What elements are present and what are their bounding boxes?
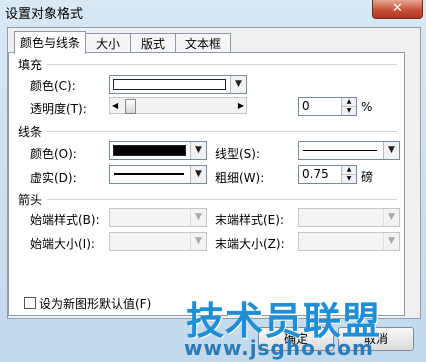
fill-color-select[interactable]: ▼ — [109, 75, 247, 94]
line-color-label: 颜色(O): — [30, 147, 77, 161]
line-section-label: 线条 — [18, 125, 43, 139]
transparency-value[interactable]: 0 — [302, 99, 310, 113]
end-size-label: 末端大小(Z): — [215, 237, 285, 251]
transparency-slider[interactable]: ◀ ▶ — [109, 97, 247, 114]
close-button[interactable]: ✕ — [372, 0, 423, 19]
fill-color-swatch — [113, 79, 226, 90]
line-weight-label: 粗细(W): — [215, 171, 265, 185]
line-weight-spinner[interactable]: 0.75 ▲ ▼ — [298, 165, 357, 184]
fill-color-label: 颜色(C): — [30, 79, 76, 93]
arrow-right-icon[interactable]: ▶ — [238, 98, 244, 113]
spin-up-icon[interactable]: ▲ — [342, 166, 356, 174]
chevron-down-icon: ▼ — [383, 233, 399, 250]
dialog-window: 设置对象格式 ✕ 颜色与线条 大小 版式 文本框 填充 颜色(C): ▼ 透明度… — [0, 0, 426, 362]
tab-layout[interactable]: 版式 — [130, 33, 176, 54]
default-checkbox[interactable] — [24, 297, 36, 309]
spin-down-icon[interactable]: ▼ — [342, 106, 356, 115]
chevron-down-icon: ▼ — [230, 76, 246, 93]
arrows-section-label: 箭头 — [18, 193, 43, 207]
dash-style-select[interactable]: ▼ — [109, 165, 207, 184]
slider-thumb[interactable] — [125, 99, 136, 114]
begin-size-label: 始端大小(I): — [30, 237, 95, 251]
end-size-select[interactable]: ▼ — [298, 232, 400, 251]
line-weight-unit: 磅 — [361, 170, 374, 184]
fill-section-label: 填充 — [18, 58, 43, 72]
chevron-down-icon: ▼ — [190, 166, 206, 183]
line-style-select[interactable]: ▼ — [298, 141, 400, 160]
dialog-title: 设置对象格式 — [5, 7, 84, 22]
tab-size[interactable]: 大小 — [85, 33, 131, 54]
chevron-down-icon: ▼ — [383, 142, 399, 159]
line-divider — [47, 131, 397, 132]
arrows-divider — [47, 199, 397, 200]
line-color-swatch — [113, 145, 186, 156]
chevron-down-icon: ▼ — [383, 209, 399, 226]
dash-label: 虚实(D): — [30, 171, 77, 185]
begin-style-select[interactable]: ▼ — [109, 208, 207, 227]
arrow-left-icon[interactable]: ◀ — [112, 98, 118, 113]
default-checkbox-label[interactable]: 设为新图形默认值(F) — [39, 295, 151, 312]
transparency-spinner[interactable]: 0 ▲ ▼ — [298, 97, 357, 116]
transparency-unit: % — [361, 100, 373, 114]
end-style-select[interactable]: ▼ — [298, 208, 400, 227]
watermark-url: www.jsgho.com — [184, 336, 374, 360]
begin-style-label: 始端样式(B): — [30, 213, 100, 227]
tab-panel: 填充 颜色(C): ▼ 透明度(T): ◀ ▶ 0 ▲ ▼ % 线条 颜色(O)… — [8, 52, 405, 316]
fill-divider — [47, 64, 397, 65]
line-style-sample — [303, 150, 377, 151]
begin-size-select[interactable]: ▼ — [109, 232, 207, 251]
chevron-down-icon: ▼ — [190, 142, 206, 159]
tab-colors-lines[interactable]: 颜色与线条 — [14, 31, 86, 54]
chevron-down-icon: ▼ — [190, 209, 206, 226]
chevron-down-icon: ▼ — [190, 233, 206, 250]
tab-textbox[interactable]: 文本框 — [175, 33, 231, 54]
title-bar: 设置对象格式 ✕ — [0, 0, 426, 22]
line-style-label: 线型(S): — [215, 147, 261, 161]
transparency-label: 透明度(T): — [30, 102, 87, 116]
spinner-buttons[interactable]: ▲ ▼ — [341, 98, 356, 115]
dash-style-sample — [114, 173, 184, 175]
line-weight-value[interactable]: 0.75 — [302, 167, 329, 181]
line-color-select[interactable]: ▼ — [109, 141, 207, 160]
spinner-buttons[interactable]: ▲ ▼ — [341, 166, 356, 183]
end-style-label: 末端样式(E): — [215, 213, 284, 227]
spin-down-icon[interactable]: ▼ — [342, 174, 356, 183]
spin-up-icon[interactable]: ▲ — [342, 98, 356, 106]
